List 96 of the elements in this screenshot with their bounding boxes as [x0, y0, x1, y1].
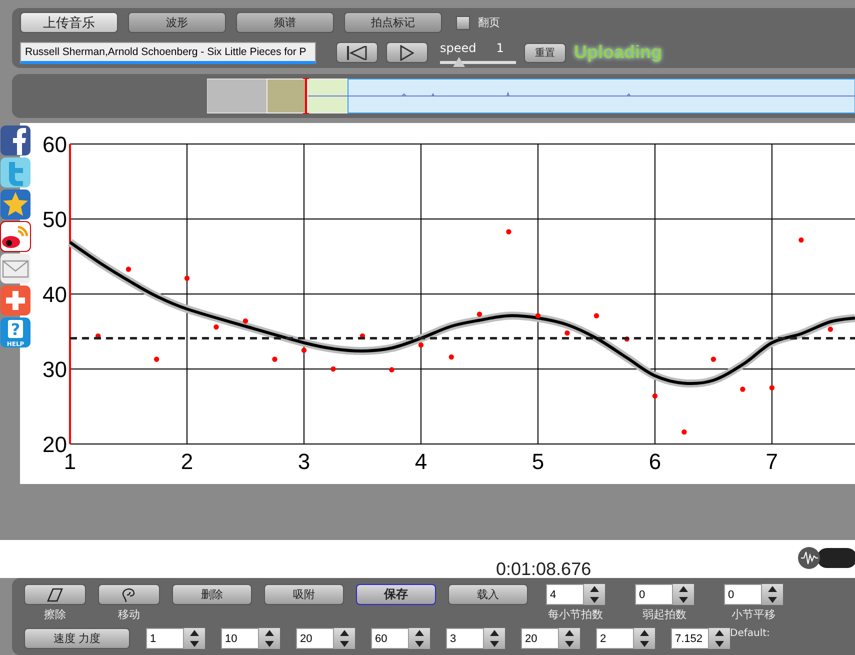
checkbox-label: 翻页: [478, 15, 500, 30]
tab-button[interactable]: 波形: [128, 12, 226, 33]
data-point: [418, 342, 424, 348]
upload-status: Uploading: [574, 42, 662, 63]
down-arrow-icon[interactable]: [768, 596, 777, 603]
x-tick-label: 2: [180, 449, 194, 474]
action-button[interactable]: 吸附: [264, 584, 344, 605]
down-arrow-icon[interactable]: [265, 640, 274, 647]
up-arrow-icon[interactable]: [715, 630, 724, 636]
reset-button[interactable]: 重置: [524, 42, 566, 62]
data-point: [710, 356, 716, 362]
eraser-button[interactable]: [24, 584, 86, 605]
data-point: [448, 354, 454, 360]
tab-button[interactable]: 上传音乐: [20, 12, 118, 33]
move-button[interactable]: [98, 584, 160, 605]
down-arrow-icon[interactable]: [415, 640, 424, 647]
down-arrow-icon[interactable]: [679, 596, 688, 603]
default-label: Default:: [730, 628, 770, 639]
data-point: [389, 367, 394, 372]
eraser-icon: [47, 588, 63, 602]
data-point: [535, 313, 541, 318]
action-button[interactable]: 删除: [172, 584, 252, 605]
x-tick-label: 6: [648, 449, 662, 474]
y-tick-label: 20: [42, 432, 67, 458]
button-caption: 擦除: [44, 607, 66, 622]
letter-t-icon[interactable]: [0, 157, 31, 188]
hand-icon: [121, 586, 137, 602]
up-arrow-icon[interactable]: [265, 630, 274, 636]
down-arrow-icon[interactable]: [190, 640, 199, 647]
plus-icon[interactable]: [0, 285, 31, 316]
data-point: [126, 266, 132, 272]
up-arrow-icon[interactable]: [490, 630, 499, 636]
down-arrow-icon[interactable]: [340, 640, 349, 647]
down-arrow-icon[interactable]: [565, 640, 574, 647]
data-point: [594, 313, 600, 318]
x-tick-label: 4: [414, 449, 428, 474]
up-arrow-icon[interactable]: [415, 630, 424, 636]
data-point: [184, 276, 190, 281]
tab-button[interactable]: 频谱: [236, 12, 334, 33]
time-readout: 0:01:08.676: [496, 559, 592, 580]
down-arrow-icon[interactable]: [640, 640, 649, 647]
data-point: [506, 229, 512, 234]
checkbox[interactable]: [456, 16, 470, 30]
y-tick-label: 60: [42, 132, 67, 158]
x-tick-label: 7: [766, 449, 778, 474]
data-point: [652, 394, 658, 399]
data-point: [828, 326, 834, 332]
letter-f-icon[interactable]: [0, 125, 31, 156]
data-point: [242, 318, 248, 324]
spinner-label: 每小节拍数: [548, 607, 603, 622]
data-point: [154, 356, 160, 362]
down-arrow-icon[interactable]: [590, 596, 599, 603]
data-point: [476, 312, 482, 317]
spinner-label: 小节平移: [732, 607, 776, 622]
up-arrow-icon[interactable]: [768, 586, 777, 592]
data-point: [798, 238, 804, 243]
data-point: [360, 334, 366, 339]
tempo-button[interactable]: 速度 力度: [24, 628, 130, 649]
eye-signal-icon[interactable]: [0, 221, 31, 252]
data-point: [740, 386, 746, 392]
up-arrow-icon[interactable]: [565, 630, 574, 636]
skip-back-icon: [346, 46, 368, 60]
play-icon: [400, 44, 414, 60]
waveform-overview[interactable]: [207, 78, 855, 114]
y-tick-label: 40: [42, 282, 67, 308]
button-caption: 移动: [118, 607, 140, 622]
waveform-toggle-icon[interactable]: [797, 546, 855, 570]
data-point: [624, 336, 630, 342]
up-arrow-icon[interactable]: [190, 630, 199, 636]
speed-label: speed: [440, 41, 476, 55]
spinner-label: 弱起拍数: [642, 607, 686, 622]
tab-button[interactable]: 拍点标记: [344, 12, 442, 33]
data-point: [330, 366, 336, 372]
data-point: [272, 356, 278, 362]
down-arrow-icon[interactable]: [490, 640, 499, 647]
data-point: [95, 334, 101, 339]
rewind-button[interactable]: [336, 42, 378, 63]
x-tick-label: 5: [532, 449, 544, 474]
data-point: [564, 330, 570, 336]
data-point: [214, 324, 219, 330]
y-tick-label: 30: [42, 357, 67, 382]
up-arrow-icon[interactable]: [340, 630, 349, 636]
action-button[interactable]: 载入: [448, 584, 528, 605]
data-point: [301, 348, 307, 353]
file-name-field[interactable]: Russell Sherman,Arnold Schoenberg - Six Little Pieces for P: [20, 42, 316, 64]
action-button[interactable]: 保存: [356, 584, 436, 605]
up-arrow-icon[interactable]: [590, 586, 599, 592]
x-tick-label: 3: [298, 449, 310, 474]
up-arrow-icon[interactable]: [679, 586, 688, 592]
up-arrow-icon[interactable]: [640, 630, 649, 636]
down-arrow-icon[interactable]: [715, 640, 724, 647]
play-button[interactable]: [386, 42, 428, 63]
data-point: [769, 385, 775, 390]
data-point: [682, 430, 687, 435]
speed-value: 1: [496, 41, 504, 55]
y-tick-label: 50: [42, 207, 67, 232]
